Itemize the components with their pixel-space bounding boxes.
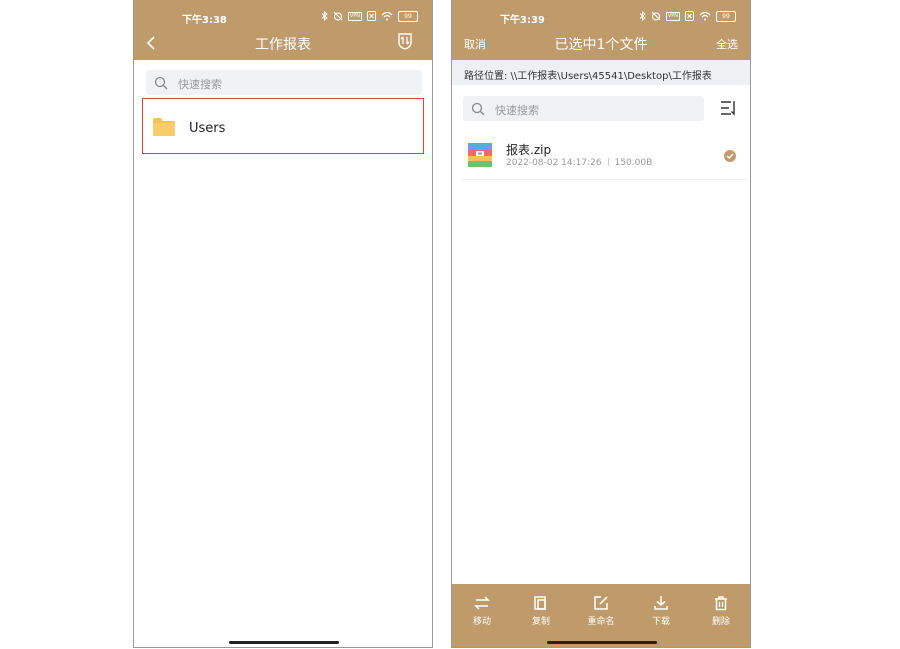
download-icon bbox=[654, 596, 668, 610]
wifi-icon bbox=[381, 11, 393, 21]
move-button[interactable]: 移动 bbox=[460, 595, 504, 627]
rename-label: 重命名 bbox=[587, 617, 615, 627]
search-icon bbox=[471, 102, 485, 116]
wifi-icon bbox=[699, 11, 711, 21]
battery-icon: 99 bbox=[398, 10, 418, 22]
path-bar: 路径位置: \\工作报表\Users\45541\Desktop\工作报表 bbox=[452, 60, 750, 85]
search-placeholder: 快速搜索 bbox=[178, 78, 222, 91]
mute-alarm-icon bbox=[651, 11, 661, 21]
status-bar: 下午3:39 VPN 99 bbox=[452, 0, 750, 30]
no-sim-icon bbox=[367, 11, 376, 21]
file-name: 报表.zip bbox=[506, 143, 552, 157]
folder-name: Users bbox=[189, 121, 226, 136]
bottom-action-bar: 移动 复制 重命名 下载 删除 bbox=[452, 584, 750, 647]
folder-item-users[interactable]: Users bbox=[142, 98, 424, 154]
home-indicator[interactable] bbox=[547, 641, 657, 644]
zip-file-icon bbox=[468, 143, 492, 167]
home-indicator[interactable] bbox=[229, 641, 339, 644]
transfer-icon[interactable] bbox=[396, 32, 414, 50]
page-title: 工作报表 bbox=[255, 37, 311, 53]
delete-button[interactable]: 删除 bbox=[699, 595, 743, 627]
move-icon bbox=[474, 596, 490, 610]
copy-icon bbox=[534, 596, 546, 610]
vpn-badge: VPN bbox=[347, 11, 362, 21]
select-all-button[interactable]: 全选 bbox=[716, 36, 738, 52]
selected-check-icon[interactable] bbox=[724, 150, 736, 162]
download-label: 下载 bbox=[651, 617, 670, 627]
no-sim-icon bbox=[685, 11, 694, 21]
search-input[interactable]: 快速搜索 bbox=[146, 70, 422, 95]
top-bar: 下午3:38 VPN 99 工作报表 bbox=[134, 0, 432, 60]
delete-label: 删除 bbox=[711, 617, 730, 627]
battery-icon: 99 bbox=[716, 10, 736, 22]
top-bar: 下午3:39 VPN 99 取消 已选中1个文件 全选 bbox=[452, 0, 750, 60]
download-button[interactable]: 下载 bbox=[639, 595, 683, 627]
phone-screen-left: 下午3:38 VPN 99 工作报表 快速搜索 Users bbox=[133, 0, 433, 648]
search-placeholder: 快速搜索 bbox=[495, 104, 539, 117]
search-icon bbox=[154, 76, 168, 90]
copy-label: 复制 bbox=[531, 617, 550, 627]
status-icons: VPN 99 bbox=[639, 10, 736, 22]
file-item[interactable]: 报表.zip 2022-08-02 14:17:26 150.00B bbox=[462, 131, 746, 180]
meta-divider bbox=[607, 158, 609, 166]
file-meta: 2022-08-02 14:17:26 150.00B bbox=[506, 158, 652, 168]
rename-icon bbox=[594, 596, 608, 610]
rename-button[interactable]: 重命名 bbox=[579, 595, 623, 627]
status-icons: VPN 99 bbox=[321, 10, 418, 22]
search-input[interactable]: 快速搜索 bbox=[463, 96, 704, 121]
delete-icon bbox=[715, 596, 727, 611]
file-size: 150.00B bbox=[614, 158, 653, 168]
status-time: 下午3:39 bbox=[500, 15, 545, 26]
page-title: 已选中1个文件 bbox=[554, 37, 648, 53]
path-text: 路径位置: \\工作报表\Users\45541\Desktop\工作报表 bbox=[464, 71, 712, 82]
bluetooth-icon bbox=[321, 11, 328, 21]
status-bar: 下午3:38 VPN 99 bbox=[134, 0, 432, 30]
phone-screen-right: 下午3:39 VPN 99 取消 已选中1个文件 全选 路径位置: \\工作报表… bbox=[451, 0, 751, 648]
move-label: 移动 bbox=[472, 617, 491, 627]
bluetooth-icon bbox=[639, 11, 646, 21]
copy-button[interactable]: 复制 bbox=[519, 595, 563, 627]
file-date: 2022-08-02 14:17:26 bbox=[506, 158, 602, 168]
folder-icon bbox=[153, 118, 175, 136]
status-time: 下午3:38 bbox=[182, 15, 227, 26]
mute-alarm-icon bbox=[333, 11, 343, 21]
sort-icon[interactable] bbox=[720, 100, 738, 116]
vpn-badge: VPN bbox=[665, 11, 680, 21]
